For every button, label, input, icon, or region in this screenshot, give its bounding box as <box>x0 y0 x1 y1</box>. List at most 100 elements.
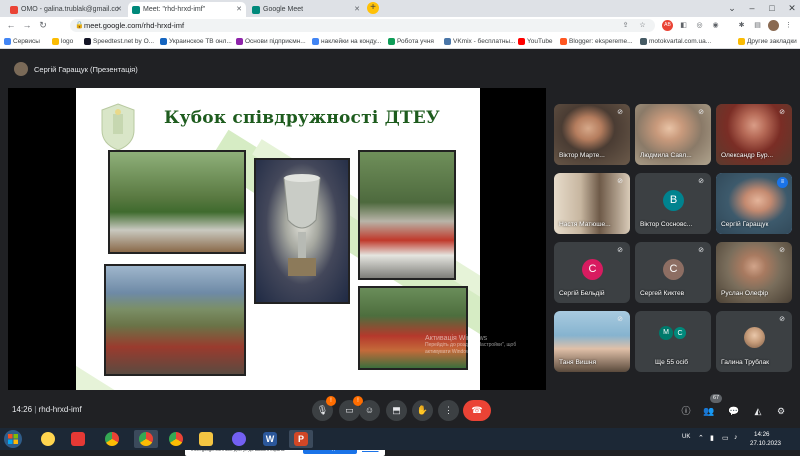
present-screen-icon: ⬒ <box>392 405 401 415</box>
apps-icon <box>4 38 11 45</box>
call-controls-bar: 14:26 | rhd-hrxd-imf 🎙 ! ▭ ! ☺ ⬒ ✋ ⋮ ☎ ⓘ… <box>0 394 800 428</box>
volume-icon[interactable]: ♪ <box>734 434 738 441</box>
participant-avatar: С <box>663 259 684 280</box>
bookmark-ukr-tv[interactable]: Украинское ТВ онл... <box>160 36 232 47</box>
participant-tile[interactable]: С ⊘ Сергій Бельдій <box>554 242 630 303</box>
lock-icon: 🔒 <box>75 22 84 29</box>
language-indicator[interactable]: UK <box>682 434 690 440</box>
taskbar-chrome[interactable] <box>164 430 188 448</box>
bookmark-services[interactable]: Сервисы <box>4 36 40 47</box>
participant-tile[interactable]: ⊘ Руслан Олефір <box>716 242 792 303</box>
star-icon[interactable]: ☆ <box>637 20 648 31</box>
taskbar-chrome[interactable] <box>134 430 158 448</box>
taskbar-app[interactable] <box>66 430 90 448</box>
mic-off-icon: ⊘ <box>617 178 623 185</box>
tab-meet-active[interactable]: Meet: "rhd-hrxd-imf" ✕ <box>128 2 246 17</box>
present-button[interactable]: ⬒ <box>386 400 407 421</box>
taskbar-word[interactable]: W <box>258 430 282 448</box>
extension-icon[interactable]: ◉ <box>710 20 721 31</box>
participant-name: Віктор Сосновс... <box>640 221 693 228</box>
tv-icon <box>160 38 167 45</box>
bookmark-youtube[interactable]: YouTube <box>518 36 553 47</box>
chat-icon[interactable]: 💬 <box>727 404 741 418</box>
taskbar-app[interactable] <box>36 430 60 448</box>
battery-icon[interactable]: ▭ <box>722 434 729 442</box>
bookmark-speedtest[interactable]: Speedtest.net by O... <box>84 36 154 47</box>
kebab-menu-icon[interactable]: ⋮ <box>783 20 794 31</box>
participant-tile[interactable]: ⊘ Олександр Бур... <box>716 104 792 165</box>
clock-time[interactable]: 14:26 <box>754 431 769 438</box>
app-icon <box>71 432 85 446</box>
more-options-button[interactable]: ⋮ <box>438 400 459 421</box>
bookmark-logo[interactable]: logo <box>52 36 73 47</box>
meeting-time-and-code: 14:26 | rhd-hrxd-imf <box>12 405 82 414</box>
folder-icon <box>738 38 745 45</box>
vk-icon <box>444 38 451 45</box>
reload-icon[interactable]: ↻ <box>36 19 50 32</box>
people-icon[interactable]: 👥 <box>702 404 716 418</box>
word-icon: W <box>263 432 277 446</box>
tab-gmail[interactable]: ОМО - galina.trublak@gmail.co ✕ <box>6 2 126 17</box>
info-icon[interactable]: ⓘ <box>679 404 693 418</box>
participant-tile[interactable]: С ⊘ Сергей Киктев <box>635 242 711 303</box>
team-handshake-photo <box>358 150 456 280</box>
participant-tile[interactable]: ⊘ Віктор Марте... <box>554 104 630 165</box>
camera-button[interactable]: ▭ ! <box>339 396 363 421</box>
microphone-button[interactable]: 🎙 ! <box>312 396 336 421</box>
taskbar-powerpoint[interactable]: P <box>289 430 313 448</box>
participant-tile[interactable]: ⊘ Людмила Савл... <box>635 104 711 165</box>
bookmark-other[interactable]: Другие закладки <box>738 36 797 47</box>
extension-icon[interactable]: AB <box>662 20 673 31</box>
share-icon[interactable]: ⇪ <box>620 20 631 31</box>
network-icon[interactable]: ▮ <box>710 434 714 442</box>
forward-icon[interactable]: → <box>20 19 34 32</box>
bookmark-robota[interactable]: Робота учня <box>388 36 434 47</box>
taskbar-explorer[interactable] <box>194 430 218 448</box>
mic-off-icon: ⊘ <box>617 109 623 116</box>
close-window-icon[interactable]: ✕ <box>780 0 800 17</box>
tab-title: Meet: "rhd-hrxd-imf" <box>143 6 206 13</box>
participant-tile-self[interactable]: ⊘ Галина Трублак <box>716 311 792 372</box>
mic-off-icon: ⊘ <box>698 247 704 254</box>
folder-icon <box>199 432 213 446</box>
chevron-up-icon[interactable]: ⌃ <box>698 434 704 442</box>
close-icon[interactable]: ✕ <box>116 5 122 13</box>
raise-hand-button[interactable]: ✋ <box>412 400 433 421</box>
close-icon[interactable]: ✕ <box>236 5 242 13</box>
address-bar-row: ← → ↻ 🔒 meet.google.com/rhd-hrxd-imf ⇪ ☆… <box>0 17 800 34</box>
speaking-indicator-icon: ≡ <box>777 177 788 188</box>
sidepanel-icon[interactable]: ▤ <box>752 20 763 31</box>
tab-google-meet[interactable]: Google Meet ✕ <box>248 2 364 17</box>
participant-tile-speaking[interactable]: ≡ Сергій Гаращук <box>716 173 792 234</box>
clock-date[interactable]: 27.10.2023 <box>750 440 781 447</box>
more-participants-tile[interactable]: М С Ще 55 осіб <box>635 311 711 372</box>
bookmark-motokvartal[interactable]: motokvartal.com.ua... <box>640 36 711 47</box>
bookmark-osnovy[interactable]: Основи підприємн... <box>236 36 306 47</box>
participant-tile[interactable]: ⊘ Настя Матюше... <box>554 173 630 234</box>
taskbar-viber[interactable] <box>227 430 251 448</box>
puzzle-icon[interactable]: ✱ <box>736 20 747 31</box>
browser-tab-bar: ОМО - galina.trublak@gmail.co ✕ Meet: "r… <box>0 0 800 17</box>
windows-activation-watermark: Активація Windows Перейдіть до розділу "… <box>425 335 517 355</box>
windows-start-icon[interactable] <box>2 429 24 449</box>
bookmark-naklejky[interactable]: наклейки на конду... <box>312 36 381 47</box>
bookmark-blogger[interactable]: Blogger: eksperеme... <box>560 36 633 47</box>
back-icon[interactable]: ← <box>4 19 18 32</box>
participant-tile[interactable]: ⊘ Таня Вишня <box>554 311 630 372</box>
bookmark-vkmix[interactable]: VKmix - бесплатны... <box>444 36 516 47</box>
extension-icon[interactable]: ◎ <box>694 20 705 31</box>
taskbar-chrome[interactable] <box>100 430 124 448</box>
participant-tile[interactable]: В ⊘ Віктор Сосновс... <box>635 173 711 234</box>
leave-call-button[interactable]: ☎ <box>463 400 491 421</box>
close-icon[interactable]: ✕ <box>354 5 360 13</box>
host-controls-icon[interactable]: ⚙ <box>774 404 788 418</box>
translate-icon[interactable]: ◧ <box>678 20 689 31</box>
participant-name: Настя Матюше... <box>559 221 611 228</box>
profile-avatar[interactable] <box>768 20 779 31</box>
url-field[interactable]: 🔒 meet.google.com/rhd-hrxd-imf <box>70 19 655 32</box>
reactions-button[interactable]: ☺ <box>359 400 380 421</box>
activities-icon[interactable]: ◭ <box>751 404 765 418</box>
kebab-menu-icon: ⋮ <box>444 405 453 415</box>
participant-name: Віктор Марте... <box>559 152 605 159</box>
new-tab-button[interactable]: + <box>367 2 379 14</box>
